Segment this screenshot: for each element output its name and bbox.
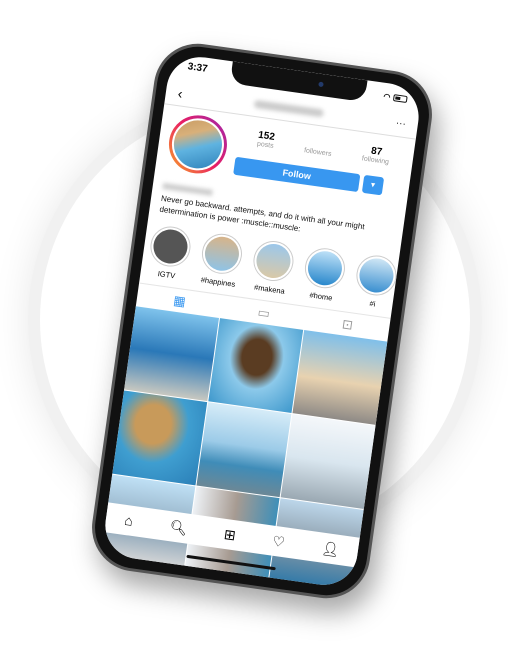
wifi-icon: ◠ [382, 91, 392, 102]
search-icon[interactable]: 🔍︎ [169, 518, 189, 537]
status-time: 3:37 [186, 61, 209, 75]
highlight-happines[interactable]: #happines [198, 231, 245, 289]
following-stat[interactable]: 87 following [361, 144, 390, 166]
highlight-makena[interactable]: #makena [249, 238, 297, 296]
phone-mockup: 3:37 ◠ ‹ ··· 152 posts followers 87 follow… [86, 38, 438, 604]
grid-photo[interactable] [280, 414, 376, 510]
tagged-icon[interactable]: ⊡ [341, 316, 354, 333]
highlight-partial[interactable]: #i [352, 252, 400, 311]
grid-photo[interactable] [292, 329, 388, 425]
more-options-button[interactable]: ··· [395, 118, 406, 130]
posts-stat[interactable]: 152 posts [256, 130, 275, 150]
grid-icon[interactable]: ▦ [172, 292, 186, 310]
username-blurred [253, 99, 325, 118]
avatar[interactable] [165, 111, 231, 178]
profile-icon[interactable]: 👤︎ [320, 539, 341, 558]
tv-icon[interactable]: ▭ [257, 304, 271, 322]
add-icon[interactable]: ⊞ [223, 525, 237, 543]
highlight-home[interactable]: #home [301, 245, 348, 304]
battery-icon [392, 93, 408, 103]
followers-stat[interactable]: followers [304, 136, 334, 158]
follow-button[interactable]: Follow [233, 156, 361, 193]
highlight-igtv[interactable]: IGTV [146, 223, 194, 282]
phone-screen: 3:37 ◠ ‹ ··· 152 posts followers 87 follow… [101, 52, 423, 590]
suggestions-dropdown-button[interactable]: ▼ [361, 174, 385, 196]
grid-photo[interactable] [124, 306, 220, 402]
home-icon[interactable]: ⌂ [123, 512, 134, 529]
heart-icon[interactable]: ♡ [271, 532, 286, 551]
back-button[interactable]: ‹ [177, 85, 184, 101]
grid-photo[interactable] [208, 318, 304, 413]
grid-photo[interactable] [112, 390, 208, 486]
grid-photo[interactable] [196, 402, 292, 498]
